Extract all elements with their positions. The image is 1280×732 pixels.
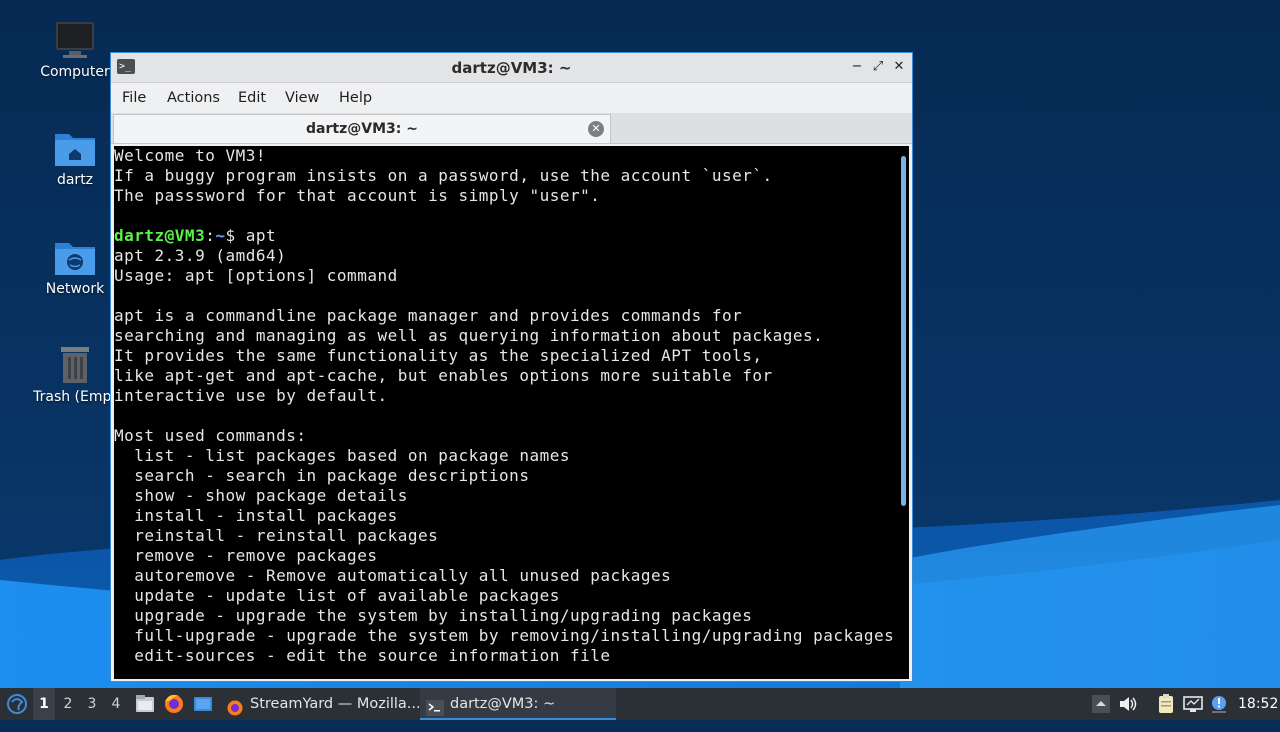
- prompt-user: dartz@VM3: [114, 226, 206, 245]
- volume-icon[interactable]: [1117, 693, 1139, 715]
- menu-bar: File Actions Edit View Help: [111, 83, 912, 113]
- terminal-line: The passsword for that account is simply…: [114, 186, 601, 205]
- terminal-window[interactable]: >_ dartz@VM3: ~ − ⤢ ✕ File Actions Edit …: [110, 52, 913, 682]
- menu-file[interactable]: File: [122, 90, 146, 106]
- prompt-command: $ apt: [225, 226, 277, 245]
- terminal-line: interactive use by default.: [114, 386, 388, 405]
- show-desktop-icon[interactable]: [192, 688, 214, 720]
- terminal-line: show - show package details: [114, 486, 408, 505]
- menu-actions[interactable]: Actions: [167, 90, 220, 106]
- scrollbar-thumb[interactable]: [901, 156, 906, 506]
- terminal-text: Welcome to VM3! If a buggy program insist…: [114, 146, 894, 666]
- task-label: StreamYard — Mozilla...: [250, 696, 421, 712]
- workspace-1[interactable]: 1: [33, 688, 55, 720]
- task-label: dartz@VM3: ~: [450, 696, 556, 712]
- terminal-line: autoremove - Remove automatically all un…: [114, 566, 672, 585]
- terminal-line: Welcome to VM3!: [114, 146, 266, 165]
- desktop-icon-label: dartz: [56, 172, 94, 188]
- tray-up-arrow-icon[interactable]: [1090, 693, 1112, 715]
- terminal-line: Most used commands:: [114, 426, 307, 445]
- firefox-icon[interactable]: [163, 688, 185, 720]
- computer-icon: [53, 20, 97, 60]
- terminal-line: like apt-get and apt-cache, but enables …: [114, 366, 773, 385]
- terminal-line: edit-sources - edit the source informati…: [114, 646, 611, 665]
- maximize-button[interactable]: ⤢: [869, 58, 887, 76]
- terminal-line: full-upgrade - upgrade the system by rem…: [114, 626, 895, 645]
- terminal-line: If a buggy program insists on a password…: [114, 166, 773, 185]
- close-button[interactable]: ✕: [890, 58, 908, 76]
- terminal-line: update - update list of available packag…: [114, 586, 560, 605]
- trash-icon: [53, 345, 97, 385]
- prompt-path: ~: [215, 226, 226, 245]
- workspace-2[interactable]: 2: [57, 688, 79, 720]
- clipboard-icon[interactable]: [1155, 693, 1177, 715]
- firefox-icon: [226, 696, 244, 716]
- taskbar: 1 2 3 4 StreamYard — Mozilla... dartz@VM…: [0, 688, 1280, 720]
- terminal-line: install - install packages: [114, 506, 398, 525]
- desktop-icon-label: Network: [45, 281, 105, 297]
- desktop-icon-network[interactable]: Network: [30, 237, 120, 297]
- terminal-line: searching and managing as well as queryi…: [114, 326, 824, 345]
- desktop-icon-trash[interactable]: Trash (Empt: [30, 345, 120, 405]
- lubuntu-start-icon[interactable]: [4, 688, 30, 720]
- terminal-line: list - list packages based on package na…: [114, 446, 570, 465]
- tab-close-icon[interactable]: ✕: [588, 121, 604, 137]
- terminal-line: Usage: apt [options] command: [114, 266, 398, 285]
- terminal-line: apt 2.3.9 (amd64): [114, 246, 287, 265]
- menu-help[interactable]: Help: [339, 90, 372, 106]
- workspace-3[interactable]: 3: [81, 688, 103, 720]
- terminal-prompt-line: dartz@VM3:~$ apt: [114, 226, 894, 246]
- terminal-line: It provides the same functionality as th…: [114, 346, 763, 365]
- tab-terminal[interactable]: dartz@VM3: ~ ✕: [113, 114, 611, 143]
- prompt-separator: :: [205, 226, 216, 245]
- terminal-line: reinstall - reinstall packages: [114, 526, 439, 545]
- home-folder-icon: [53, 128, 97, 168]
- desktop-icon-label: Trash (Empt: [33, 389, 117, 405]
- menu-view[interactable]: View: [285, 90, 319, 106]
- window-title: dartz@VM3: ~: [451, 59, 572, 77]
- terminal-output[interactable]: Welcome to VM3! If a buggy program insist…: [114, 146, 909, 679]
- task-terminal[interactable]: dartz@VM3: ~: [420, 688, 616, 720]
- menu-edit[interactable]: Edit: [238, 90, 266, 106]
- network-folder-icon: [53, 237, 97, 277]
- task-firefox[interactable]: StreamYard — Mozilla...: [220, 688, 448, 720]
- desktop-icon-label: Computer: [40, 64, 110, 80]
- terminal-line: search - search in package descriptions: [114, 466, 530, 485]
- tab-label: dartz@VM3: ~: [306, 121, 418, 137]
- file-manager-icon[interactable]: [134, 688, 156, 720]
- notification-icon[interactable]: [1208, 693, 1230, 715]
- clock[interactable]: 18:52: [1238, 688, 1278, 720]
- terminal-line: apt is a commandline package manager and…: [114, 306, 743, 325]
- window-titlebar[interactable]: >_ dartz@VM3: ~ − ⤢ ✕: [111, 53, 912, 83]
- terminal-icon: [426, 696, 444, 716]
- terminal-line: remove - remove packages: [114, 546, 378, 565]
- terminal-line: upgrade - upgrade the system by installi…: [114, 606, 753, 625]
- network-icon[interactable]: [1182, 693, 1204, 715]
- tab-bar: dartz@VM3: ~ ✕: [111, 113, 912, 144]
- workspace-4[interactable]: 4: [105, 688, 127, 720]
- desktop-icon-computer[interactable]: Computer: [30, 20, 120, 80]
- minimize-button[interactable]: −: [848, 58, 866, 76]
- desktop-icon-home[interactable]: dartz: [30, 128, 120, 188]
